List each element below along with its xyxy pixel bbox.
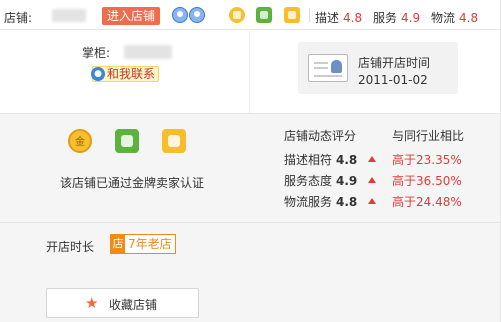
topbar-score-logistics: 物流 4.8 [431, 9, 478, 26]
favorite-shop-button[interactable]: ★ 收藏店铺 [46, 288, 199, 318]
divider [0, 222, 501, 223]
verified-shop-icon[interactable] [115, 129, 139, 153]
score-value: 4.8 [459, 11, 479, 25]
rating-row: 服务态度 4.9 高于36.50% [284, 173, 462, 189]
rating-score: 4.8 [336, 153, 358, 167]
shop-age-value: 7年老店 [128, 237, 172, 251]
blurred-shop-name [52, 9, 86, 22]
gold-seller-icon[interactable] [229, 7, 245, 23]
score-label: 物流 [431, 11, 456, 25]
certification-icons: 金 [68, 129, 186, 153]
rating-label: 描述相符 [284, 153, 333, 167]
verified-shop-icon[interactable] [256, 7, 272, 23]
shop-open-time: 店铺开店时间 2011-01-02 [251, 31, 501, 113]
crown-icon [172, 7, 188, 23]
seller-info: 掌柜: ● 和我联系 [0, 31, 250, 113]
score-value: 4.8 [343, 11, 363, 25]
score-label: 描述 [315, 11, 340, 25]
id-card-icon [308, 54, 348, 82]
gold-medal-char: 金 [75, 137, 85, 148]
blurred-keeper-name [124, 45, 172, 59]
crown-rank-icons [172, 7, 205, 23]
rating-label: 物流服务 [284, 195, 333, 209]
rating-row: 物流服务 4.8 高于24.48% [284, 194, 462, 210]
shop-icon: 店 [111, 235, 125, 253]
rating-compare: 高于23.35% [392, 153, 462, 167]
guarantee-icon[interactable] [162, 129, 186, 153]
keeper-label: 掌柜: [82, 46, 111, 60]
topbar-score-description: 描述 4.8 [315, 9, 362, 26]
gold-medal-icon[interactable]: 金 [68, 129, 92, 153]
open-time-label: 店铺开店时间 [358, 56, 431, 70]
rating-score: 4.9 [336, 174, 358, 188]
certification-text: 该店铺已通过金牌卖家认证 [60, 176, 205, 190]
score-value: 4.9 [401, 11, 421, 25]
star-icon: ★ [85, 294, 99, 312]
shop-topbar: 店铺: 进入店铺 描述 4.8 服务 4.9 物流 4.8 [0, 0, 501, 30]
up-arrow-icon [368, 198, 376, 204]
enter-shop-button[interactable]: 进入店铺 [102, 7, 160, 25]
industry-compare-title: 与同行业相比 [392, 129, 465, 143]
up-arrow-icon [368, 156, 376, 162]
rating-score: 4.8 [336, 195, 358, 209]
score-label: 服务 [373, 11, 398, 25]
shop-age-badge: 店 7年老店 [110, 234, 176, 254]
up-arrow-icon [368, 177, 376, 183]
crown-icon [189, 7, 205, 23]
rating-compare: 高于24.48% [392, 195, 462, 209]
rating-row: 描述相符 4.8 高于23.35% [284, 152, 462, 168]
topbar-score-service: 服务 4.9 [373, 9, 420, 26]
chat-icon: ● [91, 67, 105, 81]
contact-label: 和我联系 [107, 67, 156, 81]
rating-compare: 高于36.50% [392, 174, 462, 188]
rating-label: 服务态度 [284, 174, 333, 188]
dynamic-rating-title: 店铺动态评分 [284, 129, 357, 143]
shop-label: 店铺: [4, 11, 33, 25]
favorite-label: 收藏店铺 [109, 298, 158, 312]
guarantee-icon[interactable] [284, 7, 300, 23]
contact-seller-button[interactable]: ● 和我联系 [91, 66, 160, 82]
divider [309, 8, 310, 22]
open-time-card: 店铺开店时间 2011-01-02 [298, 42, 458, 94]
open-date: 2011-01-02 [358, 73, 428, 87]
shop-age-label: 开店时长 [46, 240, 95, 254]
